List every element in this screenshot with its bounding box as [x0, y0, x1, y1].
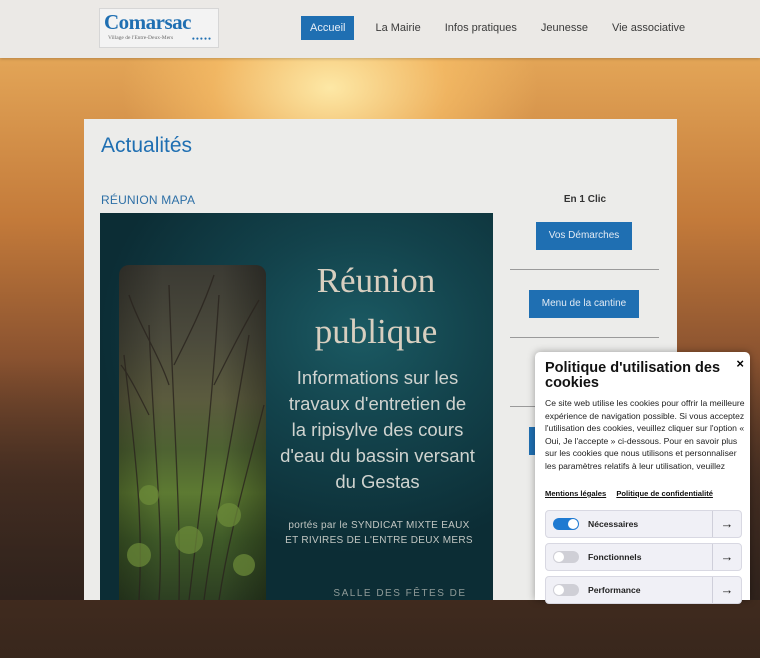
nav-item-la-mairie[interactable]: La Mairie: [364, 16, 431, 40]
page-title: Actualités: [101, 134, 193, 157]
sidebar-divider: [510, 337, 659, 338]
privacy-policy-link[interactable]: Politique de confidentialité: [616, 489, 713, 498]
arrow-right-icon[interactable]: →: [712, 577, 741, 603]
nav-item-accueil[interactable]: Accueil: [301, 16, 355, 40]
article-title[interactable]: RÉUNION MAPA: [101, 193, 195, 207]
site-header: Comarsac Village de l'Entre-Deux-Mers ●●…: [0, 0, 760, 58]
poster-photo: [119, 265, 266, 600]
pref-necessary: Nécessaires →: [545, 510, 742, 538]
arrow-right-icon[interactable]: →: [712, 544, 741, 570]
arrow-right-icon[interactable]: →: [712, 511, 741, 537]
cookie-links: Mentions légales Politique de confidenti…: [545, 489, 721, 498]
sidebar-divider: [510, 269, 659, 270]
toggle-knob: [568, 519, 578, 529]
toggle-knob: [554, 585, 564, 595]
poster-organizer: portés par le SYNDICAT MIXTE EAUX ET RIV…: [285, 520, 473, 546]
sidebar-title: En 1 Clic: [563, 194, 607, 205]
nav-item-infos-pratiques[interactable]: Infos pratiques: [434, 16, 528, 40]
performance-toggle[interactable]: [553, 584, 579, 596]
logo-dots: ●●●●●: [191, 36, 212, 42]
cookie-description: Ce site web utilise les cookies pour off…: [545, 398, 745, 471]
nav-item-jeunesse[interactable]: Jeunesse: [530, 16, 599, 40]
pref-functional: Fonctionnels →: [545, 543, 742, 571]
poster-body: Informations sur les travaux d'entretien…: [280, 367, 475, 492]
tree-illustration: [120, 274, 265, 600]
menu-cantine-button[interactable]: Menu de la cantine: [529, 290, 639, 318]
logo-tagline: Village de l'Entre-Deux-Mers: [108, 35, 174, 41]
poster-heading-line-1: Réunion: [316, 261, 436, 300]
pref-label: Performance: [588, 585, 641, 595]
poster-heading-line-2: publique: [314, 312, 438, 351]
legal-notice-link[interactable]: Mentions légales: [545, 489, 606, 498]
poster-location: SALLE DES FÊTES DE: [333, 588, 467, 599]
article-poster[interactable]: Réunion publique Informations sur les tr…: [100, 213, 493, 600]
site-logo[interactable]: Comarsac Village de l'Entre-Deux-Mers ●●…: [99, 8, 219, 48]
cookie-title: Politique d'utilisation des cookies: [545, 360, 721, 391]
functional-toggle[interactable]: [553, 551, 579, 563]
main-nav: Accueil La Mairie Infos pratiques Jeunes…: [301, 16, 698, 40]
toggle-knob: [554, 552, 564, 562]
nav-item-vie-associative[interactable]: Vie associative: [601, 16, 696, 40]
cookie-dialog: × Politique d'utilisation des cookies Ce…: [535, 352, 750, 604]
pref-label: Nécessaires: [588, 519, 639, 529]
pref-label: Fonctionnels: [588, 552, 642, 562]
necessary-toggle[interactable]: [553, 518, 579, 530]
vos-demarches-button[interactable]: Vos Démarches: [536, 222, 632, 250]
logo-wordmark: Comarsac: [104, 10, 191, 34]
close-icon[interactable]: ×: [736, 356, 744, 371]
